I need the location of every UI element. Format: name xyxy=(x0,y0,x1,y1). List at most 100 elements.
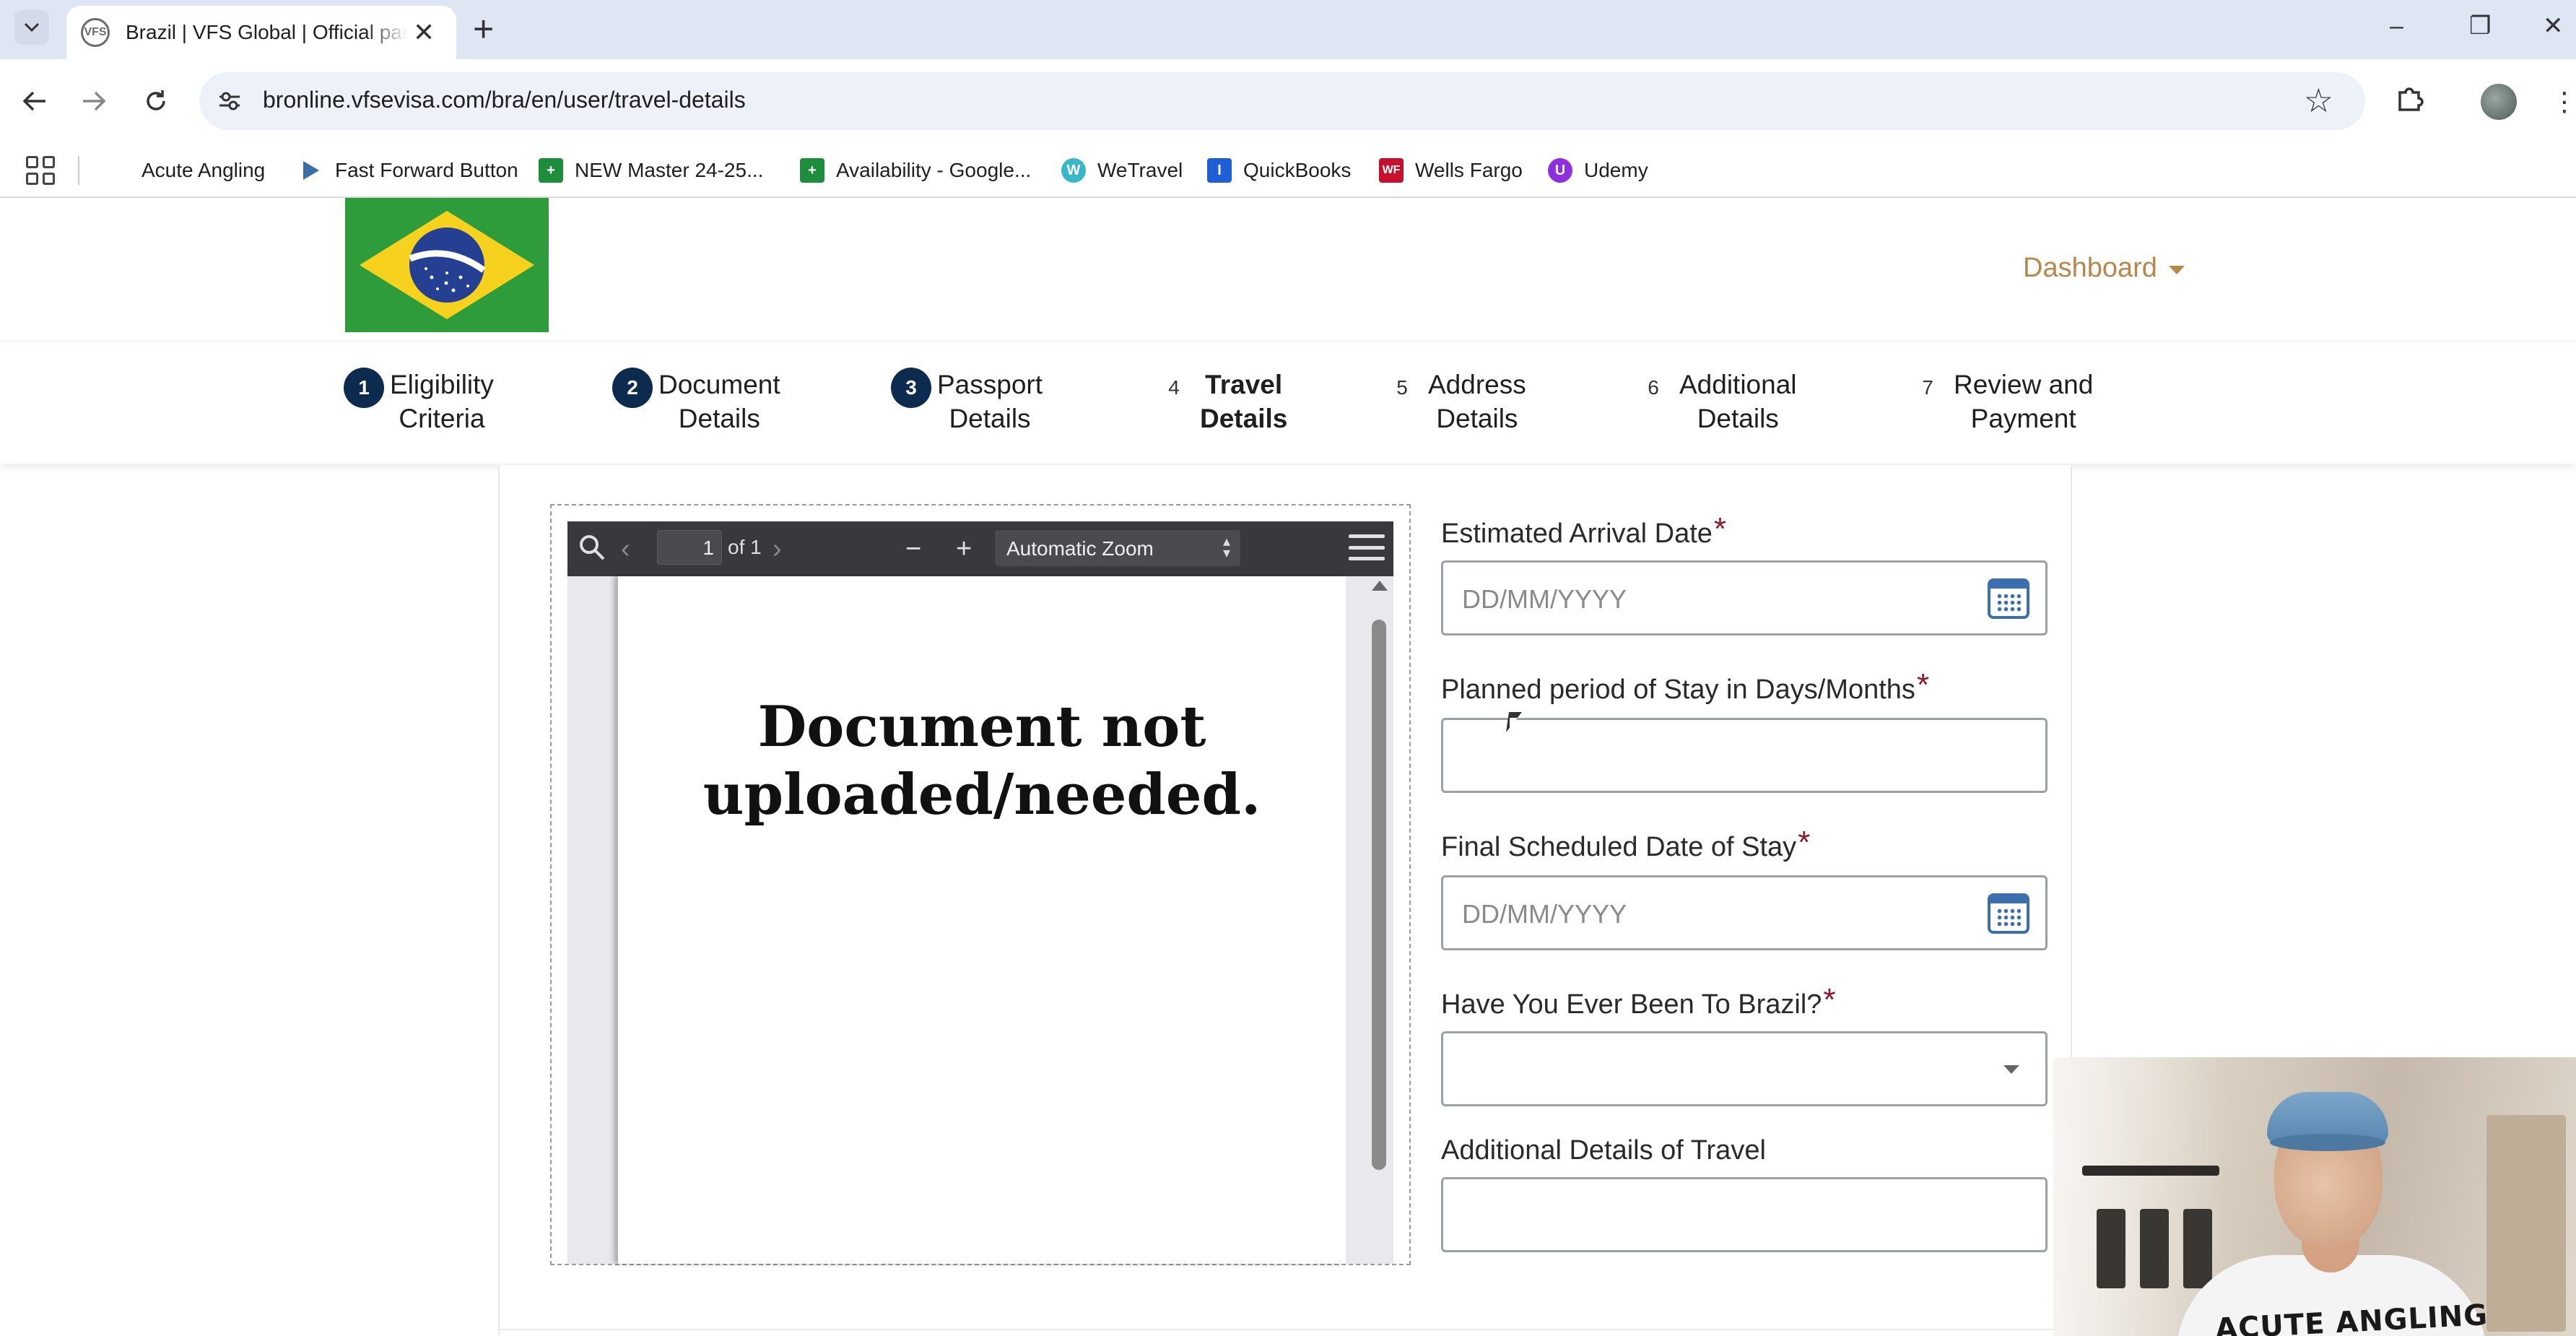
step-label: Additional Details xyxy=(1679,370,1797,433)
pdf-next-page-icon[interactable]: › xyxy=(773,533,782,565)
chevron-down-icon xyxy=(24,22,40,32)
bookmark-label: Udemy xyxy=(1584,159,1648,181)
calendar-icon[interactable] xyxy=(1988,578,2029,619)
brazil-flag-logo[interactable] xyxy=(345,198,549,332)
tab-close-icon[interactable]: ✕ xyxy=(413,19,435,45)
step-additional-details: 6 Additional Details xyxy=(1633,368,1797,435)
additional-details-input[interactable] xyxy=(1462,1197,1967,1236)
browser-tabstrip: VFS Brazil | VFS Global | Official part … xyxy=(0,0,2576,59)
bookmark-availability[interactable]: + Availability - Google... xyxy=(800,156,1031,185)
bookmark-quickbooks[interactable]: I QuickBooks xyxy=(1207,156,1351,185)
tab-search-button[interactable] xyxy=(14,10,49,45)
bookmark-label: WeTravel xyxy=(1097,159,1183,181)
step-number: 3 xyxy=(891,368,931,408)
site-info-icon[interactable] xyxy=(215,87,244,116)
bookmarks-bar: Acute Angling Fast Forward Button + NEW … xyxy=(0,143,2576,198)
step-number: 5 xyxy=(1382,368,1422,408)
pdf-page-number-input[interactable]: 1 xyxy=(657,530,722,565)
arrival-date-label: Estimated Arrival Date* xyxy=(1441,511,1727,549)
caret-down-icon xyxy=(2168,265,2185,274)
step-review-and-payment: 7 Review and Payment xyxy=(1907,368,2093,435)
pdf-menu-icon[interactable] xyxy=(1349,534,1385,560)
dashboard-menu[interactable]: Dashboard xyxy=(2023,253,2185,284)
bookmark-acute-angling[interactable]: Acute Angling xyxy=(142,156,265,185)
webcam-overlay: ACUTE ANGLING xyxy=(2053,1057,2576,1336)
dashboard-label: Dashboard xyxy=(2023,253,2157,283)
stay-period-input[interactable] xyxy=(1462,737,1967,776)
speaker xyxy=(2183,1209,2212,1288)
address-bar[interactable]: bronline.vfsevisa.com/bra/en/user/travel… xyxy=(199,72,2365,130)
browser-tab-active[interactable]: VFS Brazil | VFS Global | Official part … xyxy=(66,6,456,59)
forward-icon[interactable] xyxy=(74,81,114,121)
speaker xyxy=(2097,1209,2125,1288)
restore-icon[interactable]: ❐ xyxy=(2469,4,2491,48)
required-asterisk: * xyxy=(1823,982,1836,1018)
pdf-zoom-select[interactable]: Automatic Zoom ▴ ▾ xyxy=(995,530,1240,566)
pdf-viewer-toolbar: ‹ 1 of 1 › − + Automatic Zoom ▴ ▾ xyxy=(567,521,1393,576)
url-text: bronline.vfsevisa.com/bra/en/user/travel… xyxy=(263,87,746,113)
additional-details-label: Additional Details of Travel xyxy=(1441,1135,1766,1166)
final-date-input[interactable] xyxy=(1462,895,1967,934)
pdf-zoom-out-icon[interactable]: − xyxy=(905,533,921,565)
bookmark-wells-fargo[interactable]: WF Wells Fargo xyxy=(1379,156,1523,185)
bookmark-label: NEW Master 24-25... xyxy=(575,159,764,181)
pdf-page-count: of 1 xyxy=(728,536,762,558)
step-label: Review and Payment xyxy=(1954,370,2094,433)
final-date-field[interactable] xyxy=(1441,875,2048,950)
pdf-search-icon[interactable] xyxy=(578,533,606,569)
been-to-brazil-select[interactable] xyxy=(1441,1031,2048,1106)
back-icon[interactable] xyxy=(14,81,55,121)
arrival-date-field[interactable] xyxy=(1441,560,2048,636)
step-number: 6 xyxy=(1633,368,1674,408)
arrival-date-input[interactable] xyxy=(1462,580,1967,619)
pdf-scrollbar-thumb[interactable] xyxy=(1372,620,1386,1170)
pdf-scrollbar[interactable] xyxy=(1369,581,1391,1264)
bookmark-label: Wells Fargo xyxy=(1415,159,1523,181)
sheets-plus-icon: + xyxy=(800,158,824,183)
apps-grid-icon[interactable] xyxy=(26,156,55,185)
pdf-page xyxy=(618,576,1346,1264)
browser-toolbar: bronline.vfsevisa.com/bra/en/user/travel… xyxy=(0,59,2576,143)
profile-avatar[interactable] xyxy=(2481,84,2517,120)
step-number: 2 xyxy=(612,368,653,408)
window-close-icon[interactable]: ✕ xyxy=(2543,4,2564,48)
step-address-details: 5 Address Details xyxy=(1382,368,1526,435)
step-number: 1 xyxy=(344,368,384,408)
udemy-icon: U xyxy=(1548,158,1572,183)
browser-menu-icon[interactable]: ⋮ xyxy=(2551,84,2576,120)
bookmark-wetravel[interactable]: W WeTravel xyxy=(1061,156,1183,185)
step-label: Passport Details xyxy=(937,370,1043,433)
minimize-icon[interactable]: – xyxy=(2390,4,2403,48)
extensions-icon[interactable] xyxy=(2396,84,2424,121)
speaker xyxy=(2140,1209,2169,1288)
bookmark-label: Acute Angling xyxy=(142,159,266,181)
scroll-up-icon[interactable] xyxy=(1372,581,1388,591)
required-asterisk: * xyxy=(1916,667,1930,703)
step-label: Eligibility Criteria xyxy=(390,370,494,433)
play-triangle-icon xyxy=(299,158,323,183)
document-not-uploaded-message: Document not uploaded/needed. xyxy=(702,694,1261,828)
bookmark-new-master[interactable]: + NEW Master 24-25... xyxy=(539,156,763,185)
updown-arrows-icon: ▴ ▾ xyxy=(1222,534,1230,561)
new-tab-button[interactable]: + xyxy=(473,7,494,51)
vfs-favicon-icon: VFS xyxy=(81,18,110,47)
step-passport-details: 3 Passport Details xyxy=(891,368,1043,435)
step-label: Address Details xyxy=(1428,370,1526,433)
pdf-zoom-label: Automatic Zoom xyxy=(1006,537,1154,560)
bookmark-label: Fast Forward Button xyxy=(335,159,518,181)
bookmark-star-icon[interactable]: ☆ xyxy=(2304,81,2333,120)
wells-fargo-icon: WF xyxy=(1379,158,1404,183)
step-eligibility-criteria: 1 Eligibility Criteria xyxy=(344,368,494,435)
pdf-prev-page-icon[interactable]: ‹ xyxy=(621,533,630,565)
calendar-icon[interactable] xyxy=(1988,893,2029,934)
shelf xyxy=(2082,1166,2219,1176)
quickbooks-icon: I xyxy=(1207,158,1232,183)
step-label: Document Details xyxy=(658,370,780,433)
stay-period-field[interactable] xyxy=(1441,718,2048,793)
reload-icon[interactable] xyxy=(136,81,176,121)
bookmark-fast-forward[interactable]: Fast Forward Button xyxy=(299,156,518,185)
sheets-plus-icon: + xyxy=(539,158,563,183)
bookmark-udemy[interactable]: U Udemy xyxy=(1548,156,1648,185)
additional-details-field[interactable] xyxy=(1441,1177,2048,1252)
pdf-zoom-in-icon[interactable]: + xyxy=(956,533,972,565)
